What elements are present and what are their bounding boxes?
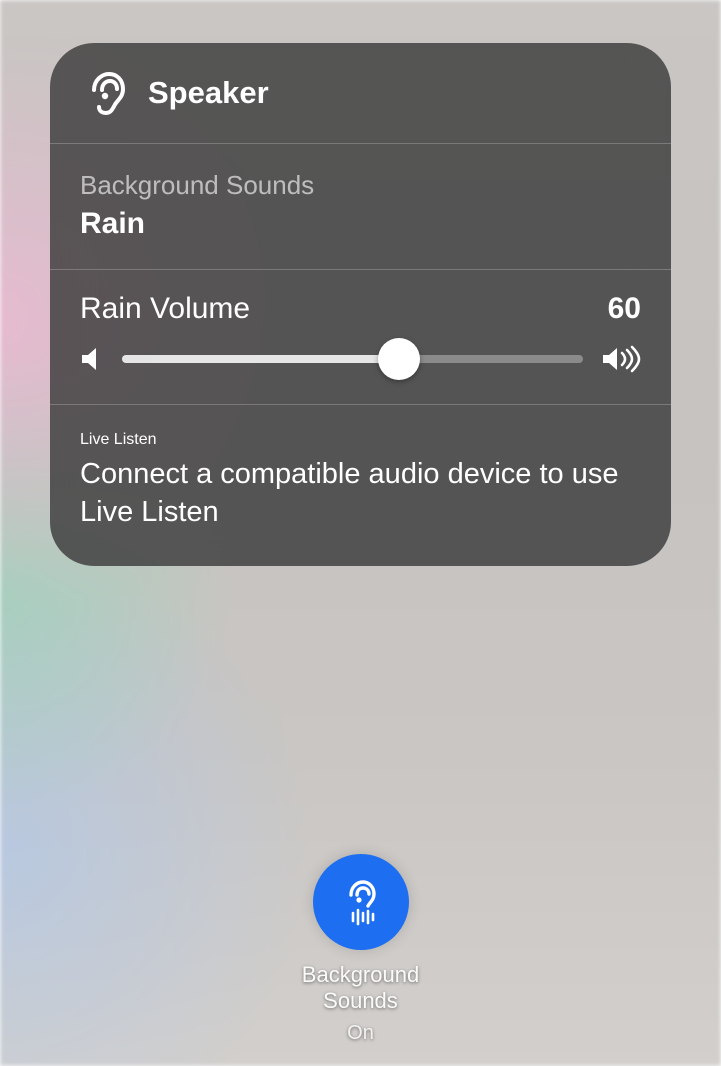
live-listen-label: Live Listen bbox=[80, 431, 641, 449]
background-sounds-value: Rain bbox=[80, 207, 641, 241]
panel-header: Speaker bbox=[50, 43, 671, 143]
volume-slider-fill bbox=[122, 355, 399, 363]
speaker-low-icon bbox=[80, 345, 104, 373]
live-listen-message: Connect a compatible audio device to use… bbox=[80, 455, 641, 532]
background-sounds-toggle-button[interactable] bbox=[313, 854, 409, 950]
panel-title: Speaker bbox=[148, 75, 269, 111]
live-listen-section: Live Listen Connect a compatible audio d… bbox=[50, 405, 671, 566]
background-sounds-label: Background Sounds bbox=[80, 170, 641, 201]
toggle-caption: Background Sounds On bbox=[302, 962, 419, 1045]
toggle-state: On bbox=[302, 1021, 419, 1045]
ear-icon bbox=[80, 69, 128, 117]
volume-section: Rain Volume 60 bbox=[50, 270, 671, 404]
volume-slider[interactable] bbox=[122, 355, 583, 363]
background-sounds-row[interactable]: Background Sounds Rain bbox=[50, 144, 671, 269]
volume-slider-thumb[interactable] bbox=[378, 338, 420, 380]
speaker-high-icon bbox=[601, 344, 641, 374]
volume-value: 60 bbox=[608, 292, 641, 326]
hearing-panel: Speaker Background Sounds Rain Rain Volu… bbox=[50, 43, 671, 566]
ear-sound-icon bbox=[336, 877, 386, 927]
toggle-title: Background Sounds bbox=[302, 962, 419, 1015]
volume-label: Rain Volume bbox=[80, 292, 250, 326]
